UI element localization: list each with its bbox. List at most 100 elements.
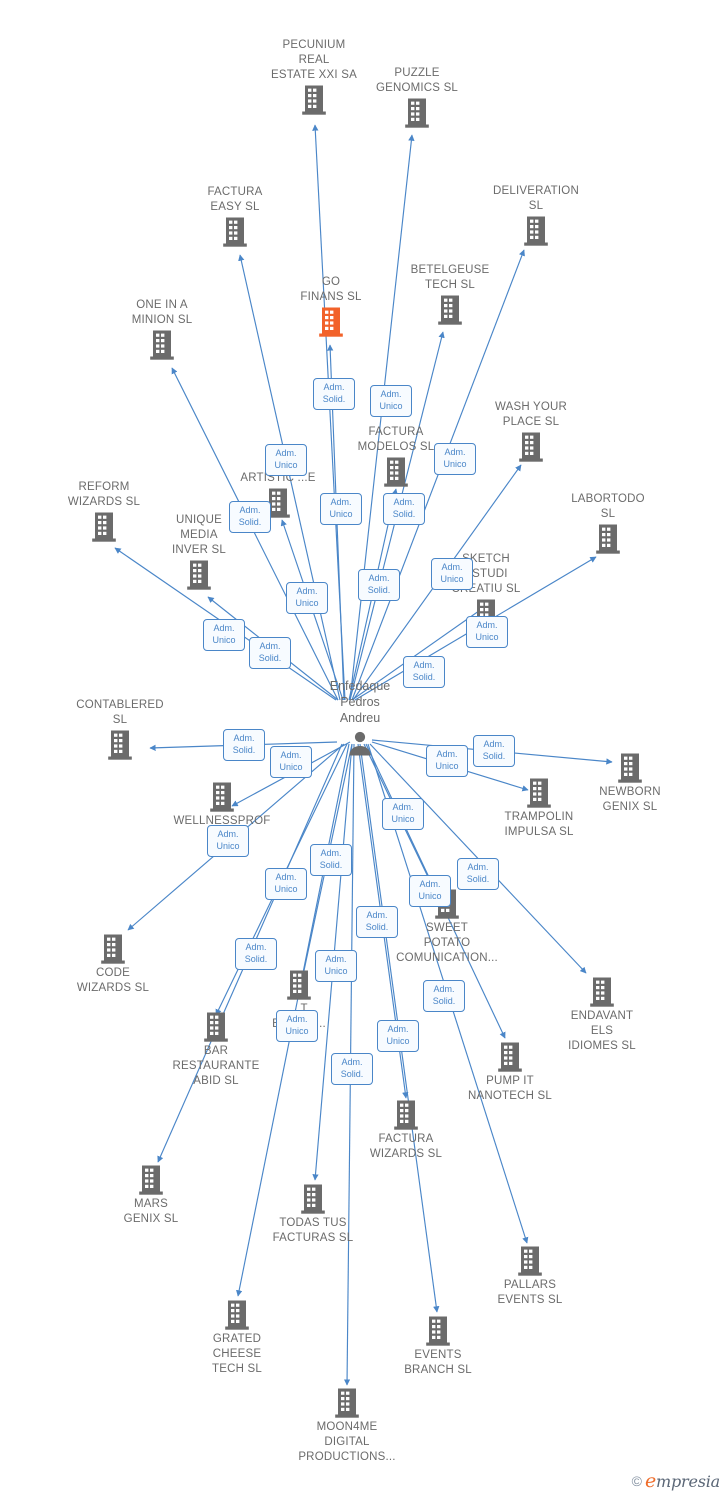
- building-icon: [341, 1100, 471, 1130]
- building-icon: [352, 98, 482, 128]
- relation-chip-unico[interactable]: Adm. Unico: [409, 875, 451, 907]
- company-label: MOON4ME DIGITAL PRODUCTIONS...: [298, 1421, 396, 1463]
- building-icon: [445, 1042, 575, 1072]
- company-label: REFORM WIZARDS SL: [67, 481, 141, 508]
- relation-chip-unico[interactable]: Adm. Unico: [370, 385, 412, 417]
- company-label: PALLARS EVENTS SL: [497, 1279, 563, 1306]
- company-node-gratedch[interactable]: GRATED CHEESE TECH SL: [172, 1300, 302, 1377]
- relation-chip-solid[interactable]: Adm. Solid.: [313, 378, 355, 410]
- relation-chip-solid[interactable]: Adm. Solid.: [223, 729, 265, 761]
- company-label: TODAS TUS FACTURAS SL: [272, 1217, 354, 1244]
- brand-initial: e: [644, 1470, 656, 1492]
- copyright-icon: ©: [631, 1473, 642, 1489]
- company-node-mars[interactable]: MARS GENIX SL: [86, 1165, 216, 1227]
- company-label: BAR RESTAURANTE ABID SL: [172, 1045, 260, 1087]
- relation-chip-solid[interactable]: Adm. Solid.: [403, 656, 445, 688]
- building-icon: [151, 1012, 281, 1042]
- company-node-washyour[interactable]: WASH YOUR PLACE SL: [466, 400, 596, 462]
- company-node-gofinans[interactable]: GO FINANS SL: [266, 275, 396, 337]
- relation-chip-unico[interactable]: Adm. Unico: [270, 746, 312, 778]
- relation-chip-unico[interactable]: Adm. Unico: [276, 1010, 318, 1042]
- company-label: BETELGEUSE TECH SL: [410, 264, 490, 291]
- relation-chip-solid[interactable]: Adm. Solid.: [356, 906, 398, 938]
- company-node-wellness[interactable]: WELLNESSPROF: [157, 782, 287, 829]
- company-node-deliveration[interactable]: DELIVERATION SL: [471, 184, 601, 246]
- company-label: WASH YOUR PLACE SL: [494, 401, 568, 428]
- building-icon: [537, 977, 667, 1007]
- building-icon: [157, 782, 287, 812]
- building-icon: [170, 217, 300, 247]
- company-node-betelgeuse[interactable]: BETELGEUSE TECH SL: [385, 263, 515, 325]
- relation-chip-unico[interactable]: Adm. Unico: [426, 745, 468, 777]
- relation-chip-solid[interactable]: Adm. Solid.: [457, 858, 499, 890]
- relation-chip-unico[interactable]: Adm. Unico: [203, 619, 245, 651]
- company-node-codewizards[interactable]: CODE WIZARDS SL: [48, 934, 178, 996]
- brand-rest: mpresia: [656, 1472, 720, 1491]
- building-icon: [471, 216, 601, 246]
- building-icon: [86, 1165, 216, 1195]
- relation-chip-unico[interactable]: Adm. Unico: [207, 825, 249, 857]
- company-node-puzzle[interactable]: PUZZLE GENOMICS SL: [352, 66, 482, 128]
- relation-chip-unico[interactable]: Adm. Unico: [265, 444, 307, 476]
- graph-edge: [349, 134, 415, 701]
- building-icon: [248, 1184, 378, 1214]
- building-icon: [282, 1388, 412, 1418]
- relation-chip-unico[interactable]: Adm. Unico: [466, 616, 508, 648]
- company-label: ONE IN A MINION SL: [131, 299, 193, 326]
- relation-chip-unico[interactable]: Adm. Unico: [286, 582, 328, 614]
- relation-chip-solid[interactable]: Adm. Solid.: [331, 1053, 373, 1085]
- company-label: MARS GENIX SL: [123, 1198, 179, 1225]
- building-icon: [465, 1246, 595, 1276]
- company-node-pumpit[interactable]: PUMP IT NANOTECH SL: [445, 1042, 575, 1104]
- relation-chip-unico[interactable]: Adm. Unico: [431, 558, 473, 590]
- network-graph-canvas: PECUNIUM REAL ESTATE XXI SA PUZZLE GENOMICS …: [0, 0, 728, 1500]
- company-label: FACTURA EASY SL: [207, 186, 263, 213]
- company-label: PUZZLE GENOMICS SL: [375, 67, 459, 94]
- relation-chip-solid[interactable]: Adm. Solid.: [249, 637, 291, 669]
- company-label: NEWBORN GENIX SL: [599, 786, 661, 813]
- building-icon: [97, 330, 227, 360]
- relation-chip-unico[interactable]: Adm. Unico: [315, 950, 357, 982]
- relation-chip-solid[interactable]: Adm. Solid.: [229, 501, 271, 533]
- company-label: CODE WIZARDS SL: [76, 967, 150, 994]
- company-label: GRATED CHEESE TECH SL: [212, 1333, 262, 1375]
- building-icon: [373, 1316, 503, 1346]
- company-node-oneinamin[interactable]: ONE IN A MINION SL: [97, 298, 227, 360]
- company-node-newborn[interactable]: NEWBORN GENIX SL: [565, 753, 695, 815]
- company-node-facturawiz[interactable]: FACTURA WIZARDS SL: [341, 1100, 471, 1162]
- company-node-todastus[interactable]: TODAS TUS FACTURAS SL: [248, 1184, 378, 1246]
- company-label: FACTURA WIZARDS SL: [369, 1133, 443, 1160]
- company-node-barrest[interactable]: BAR RESTAURANTE ABID SL: [151, 1012, 281, 1089]
- company-label: EVENTS BRANCH SL: [404, 1349, 472, 1376]
- brand-name: empresia: [645, 1470, 720, 1492]
- building-icon: [134, 560, 264, 590]
- relation-chip-solid[interactable]: Adm. Solid.: [310, 844, 352, 876]
- building-icon: [385, 295, 515, 325]
- relation-chip-unico[interactable]: Adm. Unico: [320, 493, 362, 525]
- building-icon: [172, 1300, 302, 1330]
- company-node-labortodo[interactable]: LABORTODO SL: [543, 492, 673, 554]
- building-icon: [48, 934, 178, 964]
- relation-chip-unico[interactable]: Adm. Unico: [382, 798, 424, 830]
- relation-chip-solid[interactable]: Adm. Solid.: [383, 493, 425, 525]
- company-node-facturaeasy[interactable]: FACTURA EASY SL: [170, 185, 300, 247]
- building-icon: [266, 307, 396, 337]
- company-node-eventsbr[interactable]: EVENTS BRANCH SL: [373, 1316, 503, 1378]
- company-node-moon4me[interactable]: MOON4ME DIGITAL PRODUCTIONS...: [282, 1388, 412, 1465]
- building-icon: [543, 524, 673, 554]
- company-node-contablered[interactable]: CONTABLERED SL: [55, 698, 185, 760]
- building-icon: [565, 753, 695, 783]
- company-label: DELIVERATION SL: [493, 185, 579, 212]
- empresia-watermark: © empresia: [631, 1470, 721, 1492]
- relation-chip-unico[interactable]: Adm. Unico: [265, 868, 307, 900]
- relation-chip-unico[interactable]: Adm. Unico: [434, 443, 476, 475]
- building-icon: [55, 730, 185, 760]
- relation-chip-solid[interactable]: Adm. Solid.: [423, 980, 465, 1012]
- company-label: LABORTODO SL: [571, 493, 645, 520]
- relation-chip-solid[interactable]: Adm. Solid.: [473, 735, 515, 767]
- relation-chip-solid[interactable]: Adm. Solid.: [235, 938, 277, 970]
- relation-chip-unico[interactable]: Adm. Unico: [377, 1020, 419, 1052]
- company-node-pallars[interactable]: PALLARS EVENTS SL: [465, 1246, 595, 1308]
- relation-chip-solid[interactable]: Adm. Solid.: [358, 569, 400, 601]
- building-icon: [466, 432, 596, 462]
